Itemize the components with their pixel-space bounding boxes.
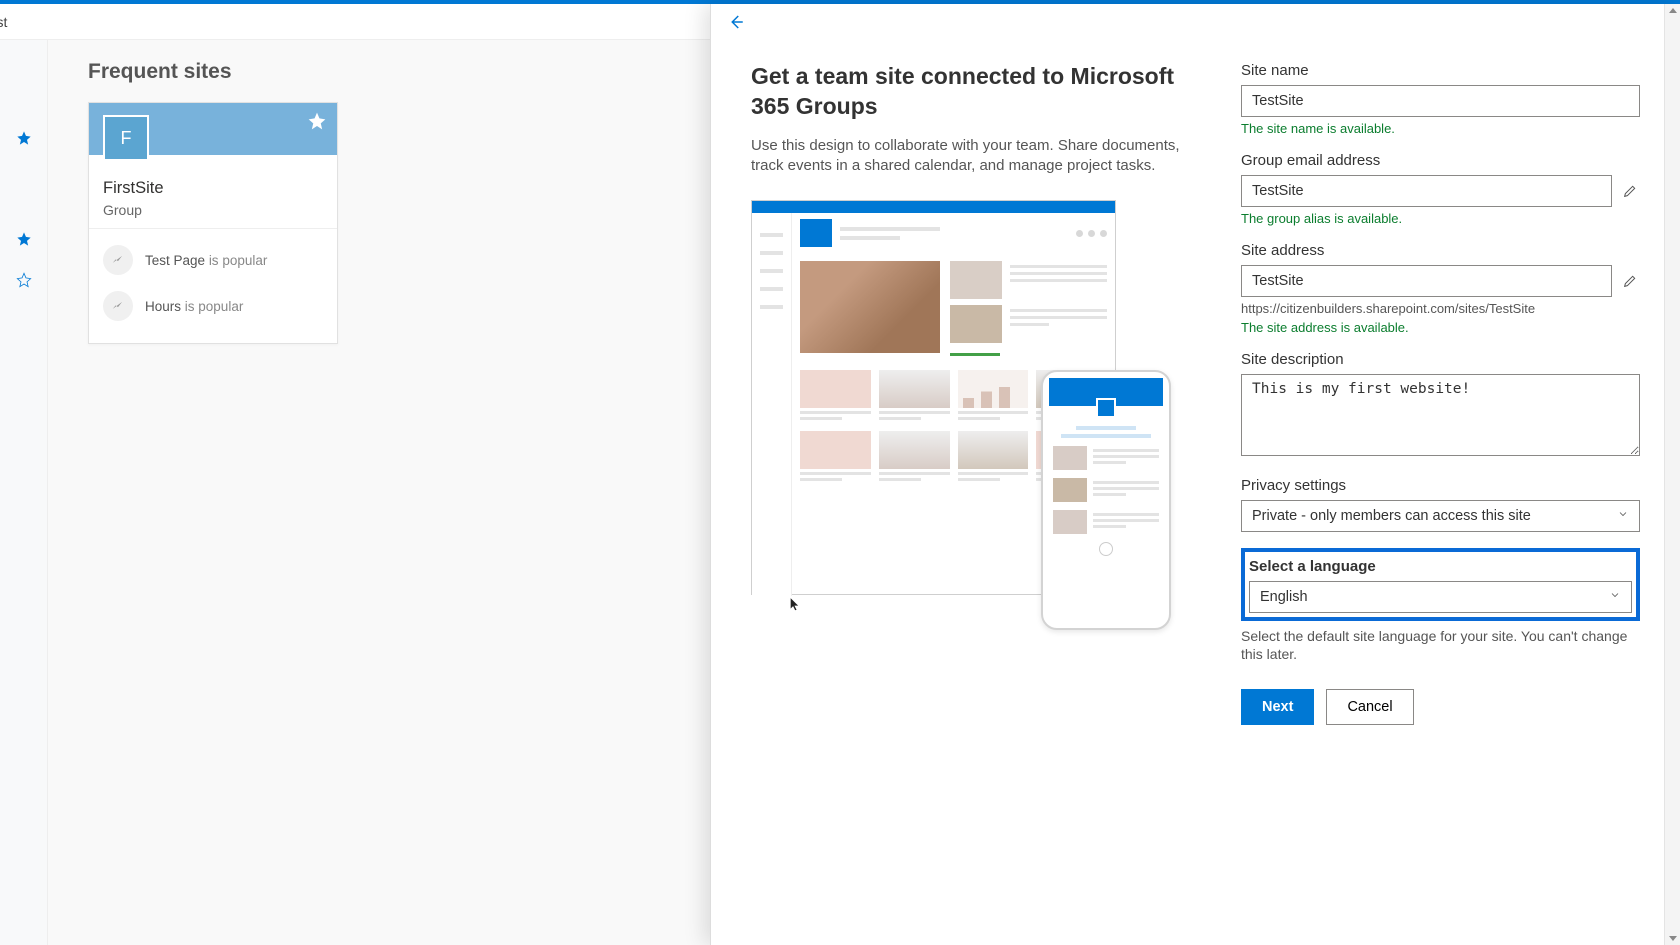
- star-icon[interactable]: [16, 231, 32, 252]
- chevron-down-icon: [1609, 589, 1621, 605]
- cancel-button[interactable]: Cancel: [1326, 689, 1413, 725]
- command-bar-fragment: s post: [0, 14, 7, 30]
- language-highlight: Select a language English: [1241, 548, 1640, 621]
- site-description-label: Site description: [1241, 351, 1640, 368]
- site-name-input[interactable]: [1241, 85, 1640, 117]
- language-value: English: [1260, 589, 1308, 605]
- card-title[interactable]: FirstSite: [103, 179, 323, 198]
- edit-icon[interactable]: [1622, 183, 1638, 199]
- site-description-input[interactable]: This is my first website!: [1241, 374, 1640, 456]
- site-name-validation: The site name is available.: [1241, 121, 1640, 136]
- form-column: Site name The site name is available. Gr…: [1241, 62, 1640, 925]
- panel-title: Get a team site connected to Microsoft 3…: [751, 62, 1181, 122]
- group-email-validation: The group alias is available.: [1241, 211, 1640, 226]
- site-name-label: Site name: [1241, 62, 1640, 79]
- create-site-panel: Get a team site connected to Microsoft 3…: [710, 4, 1680, 945]
- trending-icon: [103, 291, 133, 321]
- cursor-icon: [787, 594, 803, 614]
- activity-row[interactable]: Test Page is popular: [103, 237, 323, 283]
- site-avatar: F: [103, 115, 149, 161]
- activity-text: Hours is popular: [145, 299, 243, 314]
- language-select[interactable]: English: [1249, 581, 1632, 613]
- privacy-select[interactable]: Private - only members can access this s…: [1241, 500, 1640, 532]
- site-card[interactable]: F FirstSite Group Test Page is popular: [88, 102, 338, 344]
- panel-description: Use this design to collaborate with your…: [751, 136, 1181, 177]
- back-button[interactable]: [727, 13, 745, 36]
- template-preview: [751, 200, 1171, 630]
- site-address-label: Site address: [1241, 242, 1640, 259]
- privacy-value: Private - only members can access this s…: [1252, 508, 1531, 524]
- group-email-label: Group email address: [1241, 152, 1640, 169]
- star-outline-icon[interactable]: [16, 272, 32, 293]
- star-icon[interactable]: [307, 111, 327, 136]
- activity-row[interactable]: Hours is popular: [103, 283, 323, 329]
- scrollbar[interactable]: [1664, 4, 1680, 945]
- site-address-input[interactable]: [1241, 265, 1612, 297]
- chevron-down-icon: [1617, 508, 1629, 524]
- language-label: Select a language: [1249, 558, 1632, 575]
- language-helper: Select the default site language for you…: [1241, 627, 1640, 663]
- trending-icon: [103, 245, 133, 275]
- group-email-input[interactable]: [1241, 175, 1612, 207]
- next-button[interactable]: Next: [1241, 689, 1314, 725]
- site-address-url: https://citizenbuilders.sharepoint.com/s…: [1241, 301, 1640, 316]
- card-header: F: [89, 103, 337, 155]
- left-nav: [0, 40, 48, 945]
- card-subtitle: Group: [103, 202, 323, 218]
- activity-text: Test Page is popular: [145, 253, 267, 268]
- site-address-validation: The site address is available.: [1241, 320, 1640, 335]
- privacy-label: Privacy settings: [1241, 477, 1640, 494]
- star-icon[interactable]: [16, 130, 32, 151]
- edit-icon[interactable]: [1622, 273, 1638, 289]
